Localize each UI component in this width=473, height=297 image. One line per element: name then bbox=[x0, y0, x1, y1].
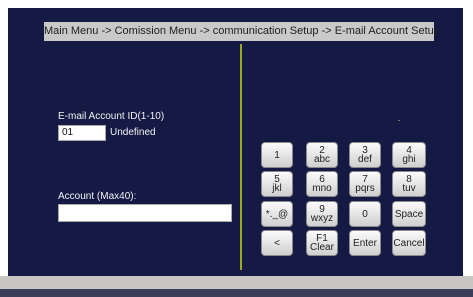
space-button[interactable]: Space bbox=[392, 201, 426, 227]
key-5-letters: jkl bbox=[272, 183, 282, 194]
key-3[interactable]: 3 def bbox=[349, 142, 381, 168]
breadcrumb: Main Menu -> Comission Menu -> communica… bbox=[44, 22, 440, 41]
key-1-digit: 1 bbox=[274, 149, 280, 161]
account-field[interactable] bbox=[58, 204, 232, 222]
key-9-letters: wxyz bbox=[310, 213, 334, 224]
backspace-button[interactable]: < bbox=[261, 230, 293, 256]
taskbar bbox=[0, 289, 473, 297]
key-4-letters: ghi bbox=[402, 154, 416, 165]
cancel-button[interactable]: Cancel bbox=[392, 230, 426, 256]
account-id-status: Undefined bbox=[110, 127, 156, 138]
key-8[interactable]: 8 tuv bbox=[392, 171, 426, 197]
space-button-label: Space bbox=[394, 208, 424, 220]
key-4[interactable]: 4 ghi bbox=[392, 142, 426, 168]
key-symbols-label: *._@ bbox=[265, 208, 289, 220]
key-2[interactable]: 2 abc bbox=[306, 142, 338, 168]
key-0-digit: 0 bbox=[362, 208, 368, 220]
key-3-letters: def bbox=[358, 154, 372, 165]
key-8-letters: tuv bbox=[402, 183, 416, 194]
account-label: Account (Max40): bbox=[58, 191, 137, 202]
key-symbols[interactable]: *._@ bbox=[261, 201, 293, 227]
account-id-field[interactable]: 01 bbox=[58, 125, 106, 141]
clear-button-label: Clear bbox=[310, 242, 334, 253]
key-7-letters: pqrs bbox=[355, 183, 375, 194]
bottom-bar bbox=[0, 276, 473, 289]
panel-divider bbox=[240, 44, 242, 270]
enter-button-label: Enter bbox=[353, 237, 377, 249]
marker-dot bbox=[398, 120, 400, 121]
key-9[interactable]: 9 wxyz bbox=[306, 201, 338, 227]
clear-button[interactable]: F1 Clear bbox=[306, 230, 338, 256]
enter-button[interactable]: Enter bbox=[349, 230, 381, 256]
key-2-letters: abc bbox=[313, 154, 331, 165]
key-6-letters: mno bbox=[312, 183, 332, 194]
account-id-label: E-mail Account ID(1-10) bbox=[58, 111, 165, 122]
key-6[interactable]: 6 mno bbox=[306, 171, 338, 197]
key-7[interactable]: 7 pqrs bbox=[349, 171, 381, 197]
backspace-button-label: < bbox=[274, 237, 280, 249]
key-1[interactable]: 1 bbox=[261, 142, 293, 168]
cancel-button-label: Cancel bbox=[393, 237, 425, 249]
key-0[interactable]: 0 bbox=[349, 201, 381, 227]
key-5[interactable]: 5 jkl bbox=[261, 171, 293, 197]
